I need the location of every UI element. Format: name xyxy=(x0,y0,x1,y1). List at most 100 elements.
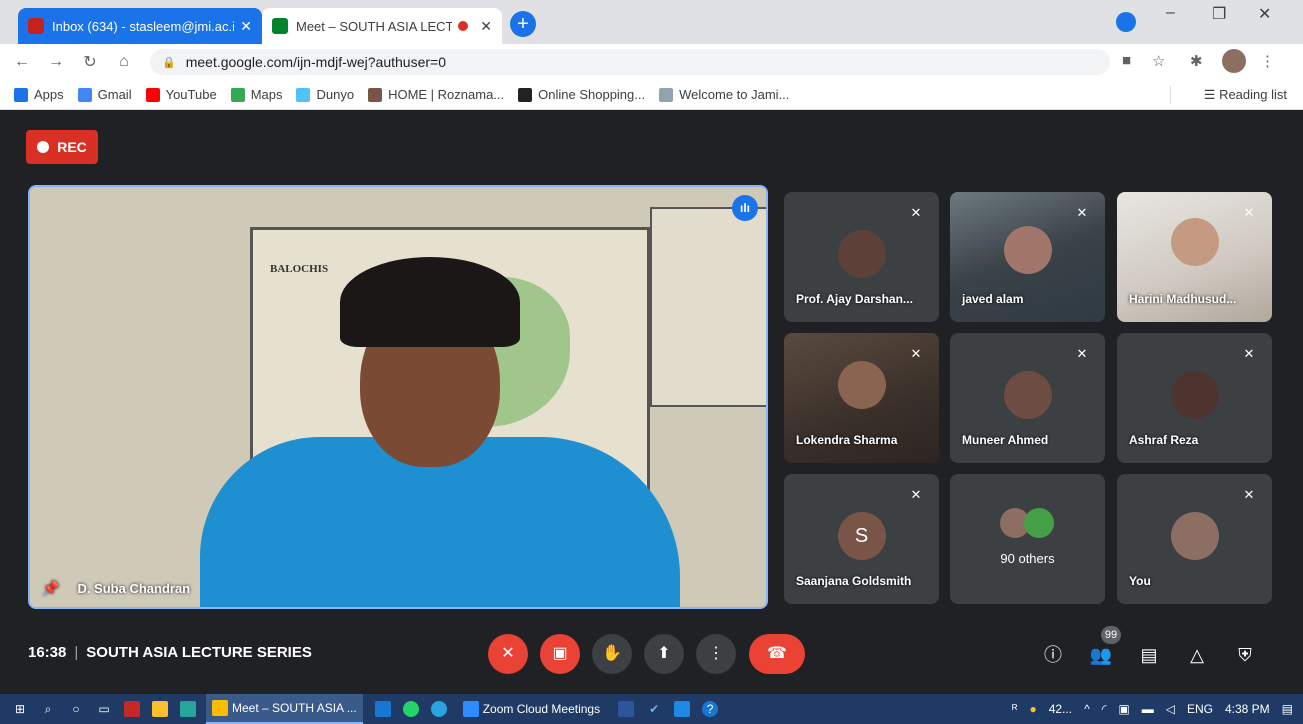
extensions-icon[interactable]: ✱ xyxy=(1190,52,1203,70)
avatar[interactable] xyxy=(1222,49,1246,73)
participant-tile[interactable]: ✕ Lokendra Sharma xyxy=(784,333,939,463)
app-icon[interactable] xyxy=(124,701,140,717)
clock[interactable]: 4:38 PM xyxy=(1225,702,1270,716)
others-tile[interactable]: 90 others xyxy=(950,474,1105,604)
mic-off-icon: ✕ xyxy=(910,487,922,502)
edge-icon[interactable] xyxy=(180,701,196,717)
bookmark-amazon[interactable]: Online Shopping... xyxy=(518,87,645,102)
camera-icon[interactable]: ■ xyxy=(1122,52,1131,69)
address-bar[interactable]: 🔒 meet.google.com/ijn-mdjf-wej?authuser=… xyxy=(150,49,1110,75)
bookmark-dunyo[interactable]: Dunyo xyxy=(296,87,354,102)
participant-tile[interactable]: ✕ Muneer Ahmed xyxy=(950,333,1105,463)
maximize-button[interactable]: ❐ xyxy=(1212,4,1226,24)
wifi-icon[interactable]: ◜ xyxy=(1102,702,1107,716)
participant-tile[interactable]: ✕ javed alam xyxy=(950,192,1105,322)
taskbar-app-chrome[interactable]: Meet – SOUTH ASIA ... xyxy=(206,694,363,724)
minimize-button[interactable]: – xyxy=(1166,4,1175,22)
close-icon[interactable]: ✕ xyxy=(480,18,492,35)
back-icon[interactable]: ← xyxy=(10,53,34,71)
mail-icon[interactable] xyxy=(374,701,391,717)
bookmark-jamia[interactable]: Welcome to Jami... xyxy=(659,87,789,102)
new-tab-button[interactable]: + xyxy=(510,11,536,37)
reading-list-button[interactable]: ☰ Reading list xyxy=(1204,87,1287,103)
menu-icon[interactable]: ⋮ xyxy=(1260,52,1275,70)
weather-text[interactable]: 42... xyxy=(1049,702,1072,716)
chat-icon[interactable]: ▤ xyxy=(1136,642,1162,668)
info-icon[interactable]: ⓘ xyxy=(1040,642,1066,668)
people-icon[interactable]: 👥 xyxy=(1088,642,1114,668)
mic-off-icon: ✕ xyxy=(1243,487,1255,502)
pin-icon[interactable]: 📌 xyxy=(42,580,59,597)
volume-icon[interactable]: ◁ xyxy=(1166,702,1175,716)
bookmarks-bar: Apps Gmail YouTube Maps Dunyo HOME | Roz… xyxy=(0,80,1303,110)
avatar xyxy=(1003,226,1052,274)
amazon-icon xyxy=(518,87,533,102)
windows-start-icon[interactable]: ⊞ xyxy=(12,701,28,717)
more-options-button[interactable]: ⋮ xyxy=(696,634,736,674)
file-explorer-icon[interactable] xyxy=(152,701,168,717)
mic-off-icon: ✕ xyxy=(910,346,922,361)
main-speaker-tile[interactable]: BALOCHIS ılı 📌 D. Suba Chandran xyxy=(28,185,768,609)
mail-icon xyxy=(28,18,44,34)
zoom-icon xyxy=(462,701,479,717)
site-icon xyxy=(659,87,674,102)
search-icon[interactable]: ⌕ xyxy=(40,701,56,717)
cortana-icon[interactable]: ○ xyxy=(68,701,84,717)
home-icon[interactable]: ⌂ xyxy=(112,53,136,71)
wall-map xyxy=(650,207,766,407)
activities-icon[interactable]: △ xyxy=(1184,642,1210,668)
tab-meet[interactable]: Meet – SOUTH ASIA LECTU ✕ xyxy=(262,8,502,44)
recording-badge: REC xyxy=(26,130,98,164)
site-icon xyxy=(368,87,383,102)
network-icon[interactable]: ▣ xyxy=(1118,702,1129,716)
whatsapp-icon[interactable] xyxy=(402,701,419,717)
mic-off-icon: ✕ xyxy=(1243,205,1255,220)
people-icon[interactable]: ᴿ xyxy=(1012,702,1017,716)
browser-tabstrip: Inbox (634) - stasleem@jmi.ac.i ✕ Meet –… xyxy=(0,0,1303,44)
profile-icon[interactable] xyxy=(1116,12,1136,32)
telegram-icon[interactable] xyxy=(430,701,447,717)
battery-icon[interactable]: ▬ xyxy=(1142,702,1154,716)
tab-inbox[interactable]: Inbox (634) - stasleem@jmi.ac.i ✕ xyxy=(18,8,262,44)
help-icon[interactable]: ? xyxy=(702,701,719,717)
leave-call-button[interactable]: ☎ xyxy=(749,634,805,674)
participant-tile[interactable]: ✕ Prof. Ajay Darshan... xyxy=(784,192,939,322)
browser-toolbar: ← → ↻ ⌂ 🔒 meet.google.com/ijn-mdjf-wej?a… xyxy=(0,44,1303,80)
mic-off-icon: ✕ xyxy=(1076,346,1088,361)
language-indicator[interactable]: ENG xyxy=(1187,702,1213,716)
present-button[interactable]: ⬆ xyxy=(644,634,684,674)
meet-stage: REC BALOCHIS ılı 📌 D. Suba Chandran ✕ Pr… xyxy=(0,110,1303,694)
avatar xyxy=(1024,508,1054,538)
chevron-up-icon[interactable]: ^ xyxy=(1084,702,1090,716)
main-speaker-name: 📌 D. Suba Chandran xyxy=(42,580,191,597)
app-icon[interactable] xyxy=(674,701,691,717)
participant-tile[interactable]: S ✕ Saanjana Goldsmith xyxy=(784,474,939,604)
raise-hand-button[interactable]: ✋ xyxy=(592,634,632,674)
avatar xyxy=(1003,371,1052,419)
self-tile[interactable]: ✕ You xyxy=(1117,474,1272,604)
forward-icon[interactable]: → xyxy=(44,53,68,71)
chrome-icon xyxy=(212,700,228,716)
speaking-indicator-icon: ılı xyxy=(732,195,758,221)
star-icon[interactable]: ☆ xyxy=(1152,52,1165,70)
participant-tile[interactable]: ✕ Ashraf Reza xyxy=(1117,333,1272,463)
notifications-icon[interactable]: ▤ xyxy=(1282,702,1293,716)
bookmark-maps[interactable]: Maps xyxy=(230,87,282,102)
bookmark-youtube[interactable]: YouTube xyxy=(145,87,217,102)
host-controls-icon[interactable]: ⛨ xyxy=(1232,642,1258,668)
bookmark-roznama[interactable]: HOME | Roznama... xyxy=(368,87,504,102)
task-view-icon[interactable]: ▭ xyxy=(96,701,112,717)
reload-icon[interactable]: ↻ xyxy=(78,52,102,72)
bookmark-apps[interactable]: Apps xyxy=(14,87,64,102)
taskbar-app-zoom[interactable]: Zoom Cloud Meetings xyxy=(457,694,606,724)
todo-icon[interactable]: ✔ xyxy=(646,701,662,717)
mic-toggle-button[interactable]: ✕ xyxy=(488,634,528,674)
participant-tile[interactable]: ✕ Harini Madhusud... xyxy=(1117,192,1272,322)
word-icon[interactable] xyxy=(618,701,635,717)
weather-icon[interactable]: ● xyxy=(1029,702,1036,716)
mic-off-icon: ✕ xyxy=(501,645,515,662)
bookmark-gmail[interactable]: Gmail xyxy=(77,87,132,102)
close-icon[interactable]: ✕ xyxy=(240,18,252,35)
camera-toggle-button[interactable]: ▣ xyxy=(540,634,580,674)
close-window-button[interactable]: ✕ xyxy=(1258,4,1271,24)
